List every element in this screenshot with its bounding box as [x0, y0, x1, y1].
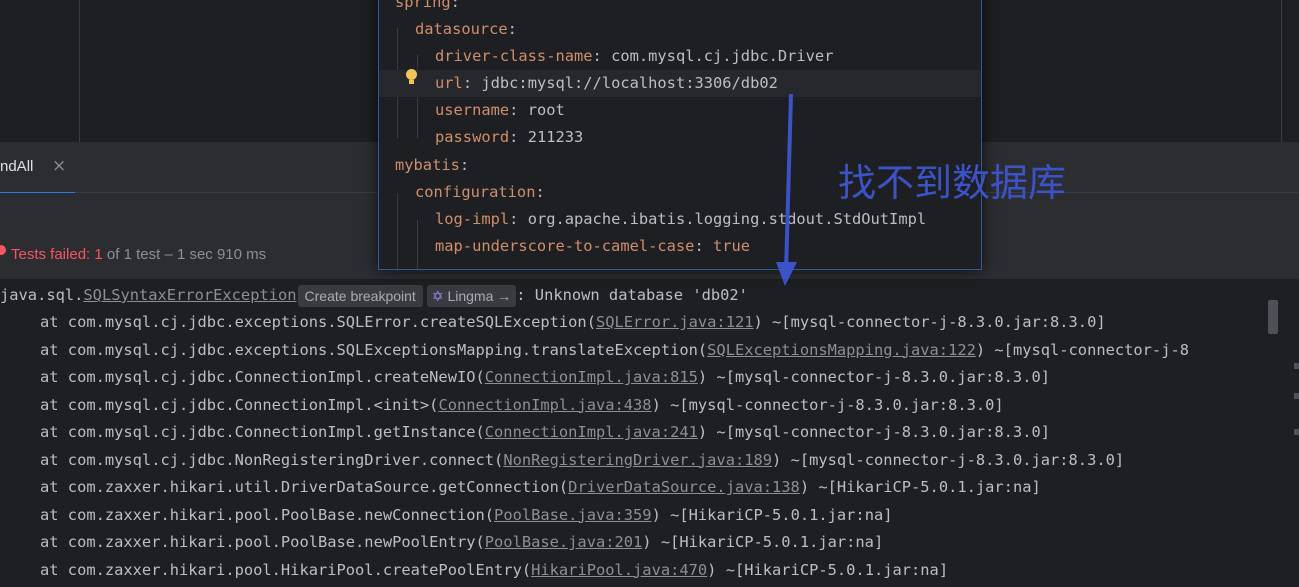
annotation-arrow — [776, 93, 797, 286]
arrow-head — [776, 262, 797, 286]
arrow-shaft — [784, 93, 793, 273]
